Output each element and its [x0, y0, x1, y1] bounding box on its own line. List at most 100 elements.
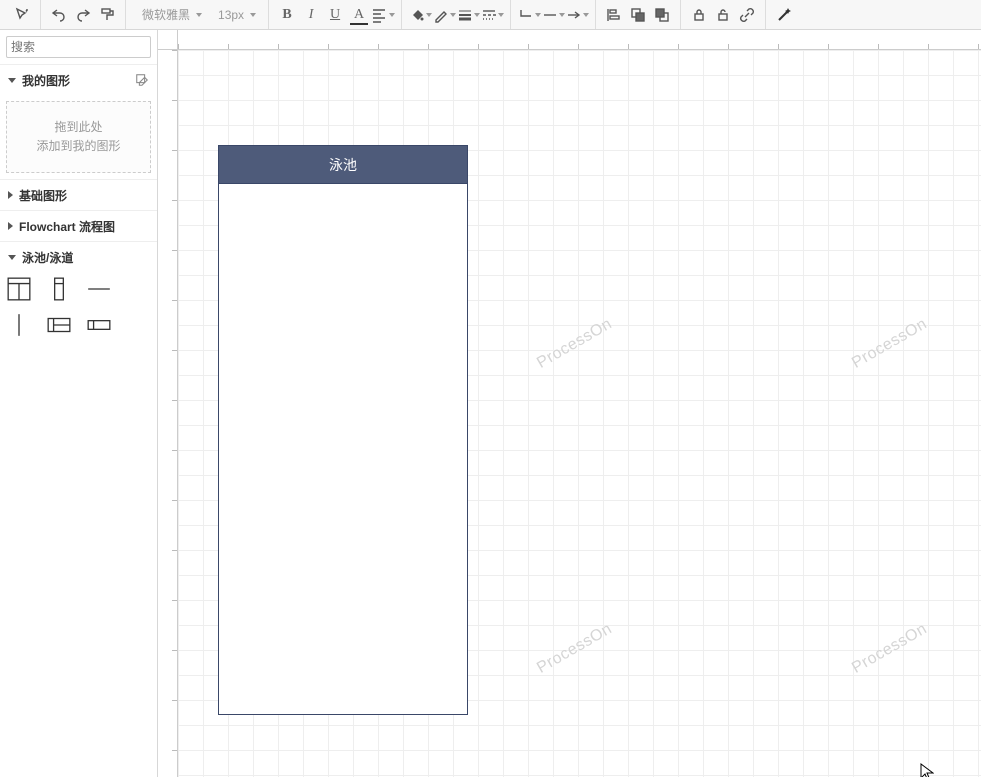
- watermark: ProcessOn: [534, 620, 615, 677]
- watermark: ProcessOn: [849, 315, 930, 372]
- tb-group-fill-line: [402, 0, 511, 29]
- underline-button[interactable]: U: [323, 3, 347, 27]
- pencil-icon: [433, 7, 449, 23]
- vertical-lane-icon: [46, 276, 72, 302]
- shape-vertical-separator[interactable]: [6, 312, 32, 338]
- chevron-down-icon: [450, 13, 456, 17]
- line-arrow-icon: [566, 7, 582, 23]
- bold-button[interactable]: B: [275, 3, 299, 27]
- align-objects-icon: [606, 7, 622, 23]
- vseparator-icon: [6, 312, 32, 338]
- text-align-button[interactable]: [371, 3, 395, 27]
- chevron-down-icon: [498, 13, 504, 17]
- send-back-button[interactable]: [650, 3, 674, 27]
- category-body-my-shapes: 拖到此处 添加到我的图形: [0, 95, 157, 179]
- category-label: 泳池/泳道: [22, 249, 73, 266]
- watermark: ProcessOn: [534, 315, 615, 372]
- connector-type-button[interactable]: [517, 3, 541, 27]
- category-header-my-shapes[interactable]: 我的图形: [0, 65, 157, 95]
- pool-title[interactable]: 泳池: [219, 146, 467, 184]
- shape-horizontal-lane[interactable]: [86, 312, 112, 338]
- chevron-down-icon: [583, 13, 589, 17]
- format-painter-button[interactable]: [95, 3, 119, 27]
- edit-icon[interactable]: [135, 73, 149, 87]
- shape-vertical-lane[interactable]: [46, 276, 72, 302]
- search-input[interactable]: [11, 40, 158, 54]
- undo-button[interactable]: [47, 3, 71, 27]
- text-color-icon: A: [350, 8, 368, 22]
- horizontal-pool-icon: [46, 312, 72, 338]
- watermark: ProcessOn: [849, 620, 930, 677]
- redo-button[interactable]: [71, 3, 95, 27]
- canvas[interactable]: ProcessOn ProcessOn ProcessOn ProcessOn …: [178, 50, 981, 777]
- shape-horizontal-separator[interactable]: [86, 276, 112, 302]
- font-size-select[interactable]: 13px: [208, 8, 262, 22]
- category-header-pool[interactable]: 泳池/泳道: [0, 242, 157, 272]
- category-basic: 基础图形: [0, 179, 157, 210]
- lock-button[interactable]: [687, 3, 711, 27]
- paint-bucket-icon: [409, 7, 425, 23]
- shape-horizontal-pool[interactable]: [46, 312, 72, 338]
- category-header-basic[interactable]: 基础图形: [0, 180, 157, 210]
- tb-group-font: 微软雅黑 13px: [126, 0, 269, 29]
- magic-wand-icon: [776, 7, 792, 23]
- line-end-button[interactable]: [565, 3, 589, 27]
- ruler-horizontal[interactable]: [178, 30, 981, 50]
- category-pool: 泳池/泳道: [0, 241, 157, 348]
- category-flowchart: Flowchart 流程图: [0, 210, 157, 241]
- italic-icon: I: [302, 8, 320, 22]
- category-header-flowchart[interactable]: Flowchart 流程图: [0, 211, 157, 241]
- chevron-down-icon: [426, 13, 432, 17]
- chevron-down-icon: [250, 13, 256, 17]
- fill-color-button[interactable]: [408, 3, 432, 27]
- align-left-icon: [371, 7, 387, 23]
- line-weight-button[interactable]: [456, 3, 480, 27]
- line-start-button[interactable]: [541, 3, 565, 27]
- chevron-down-icon: [196, 13, 202, 17]
- tb-group-arrange: [596, 0, 681, 29]
- unlock-button[interactable]: [711, 3, 735, 27]
- connector-elbow-icon: [518, 7, 534, 23]
- line-style-button[interactable]: [480, 3, 504, 27]
- search-box[interactable]: [6, 36, 151, 58]
- ruler-vertical[interactable]: [158, 50, 178, 777]
- toolbar: 微软雅黑 13px B I U A: [0, 0, 981, 30]
- category-my-shapes: 我的图形 拖到此处 添加到我的图形: [0, 64, 157, 179]
- caret-down-icon: [8, 255, 16, 260]
- pointer-tool-button[interactable]: [10, 3, 34, 27]
- chevron-down-icon: [559, 13, 565, 17]
- cursor-sparkle-icon: [14, 7, 30, 23]
- category-label: 基础图形: [19, 187, 67, 204]
- font-family-value: 微软雅黑: [142, 6, 190, 23]
- line-weight-icon: [457, 7, 473, 23]
- search-wrap: [0, 30, 157, 64]
- line-color-button[interactable]: [432, 3, 456, 27]
- align-button[interactable]: [602, 3, 626, 27]
- chevron-down-icon: [474, 13, 480, 17]
- shape-pool-instance[interactable]: 泳池: [218, 145, 468, 715]
- line-plain-icon: [542, 7, 558, 23]
- italic-button[interactable]: I: [299, 3, 323, 27]
- bring-front-icon: [630, 7, 646, 23]
- line-style-icon: [481, 7, 497, 23]
- my-shapes-dropzone[interactable]: 拖到此处 添加到我的图形: [6, 101, 151, 173]
- sidebar: 我的图形 拖到此处 添加到我的图形 基础图形 Flowchart 流程图: [0, 30, 158, 777]
- chevron-down-icon: [389, 13, 395, 17]
- font-family-select[interactable]: 微软雅黑: [132, 6, 208, 23]
- shape-vertical-pool[interactable]: [6, 276, 32, 302]
- canvas-wrap: ProcessOn ProcessOn ProcessOn ProcessOn …: [158, 30, 981, 777]
- tb-group-magic: [766, 0, 802, 29]
- tb-group-pointer: [4, 0, 41, 29]
- chevron-down-icon: [535, 13, 541, 17]
- text-color-button[interactable]: A: [347, 3, 371, 27]
- link-icon: [739, 7, 755, 23]
- undo-icon: [51, 7, 67, 23]
- magic-button[interactable]: [772, 3, 796, 27]
- link-button[interactable]: [735, 3, 759, 27]
- caret-right-icon: [8, 222, 13, 230]
- bring-front-button[interactable]: [626, 3, 650, 27]
- canvas-content: ProcessOn ProcessOn ProcessOn ProcessOn …: [178, 50, 981, 777]
- font-size-value: 13px: [218, 8, 244, 22]
- tb-group-textstyle: B I U A: [269, 0, 402, 29]
- redo-icon: [75, 7, 91, 23]
